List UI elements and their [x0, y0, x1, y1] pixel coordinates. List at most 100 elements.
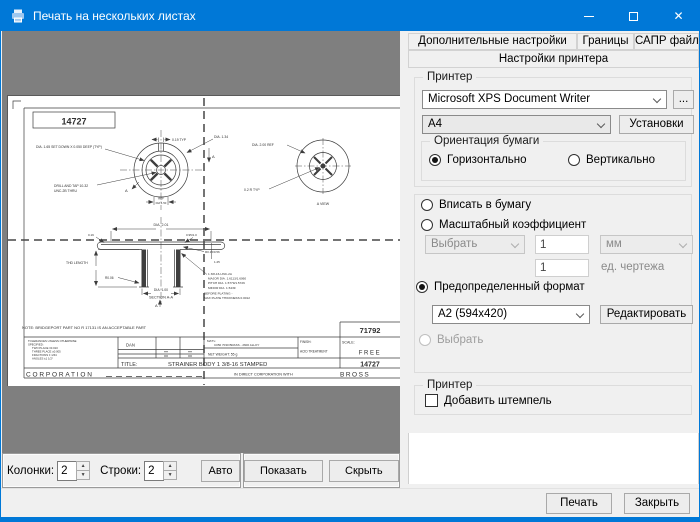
tab-cad-file[interactable]: САПР файл [634, 33, 699, 50]
drawing-annotation: THD LENGTH [66, 261, 88, 265]
show-all-button[interactable]: Показать все [244, 460, 323, 482]
drawing-annotation: 14727 [360, 362, 380, 369]
drawing-annotation: R0.15/0.56 [205, 250, 220, 254]
printer-icon [10, 8, 26, 24]
drawing-annotation: BEFORE PLATING - [204, 291, 232, 295]
radio-unchecked-icon[interactable] [421, 219, 433, 231]
drawing-annotation: 0.95/1.0 [186, 233, 197, 237]
edit-format-button[interactable]: Редактировать [600, 305, 693, 324]
radio-disabled-icon [419, 334, 431, 346]
stamp-group-label: Принтер [423, 379, 476, 392]
drawing-annotation: UNC-2B THRU [54, 189, 77, 193]
printer-select[interactable]: Microsoft XPS Document Writer [422, 90, 667, 109]
choose-option-label: Выбрать [437, 334, 483, 346]
drawing-annotation: 1.25 [214, 260, 220, 264]
technical-drawing: 14727 DIA. 1.65 SET DOWN X 0.050 DEEP (TY… [8, 96, 400, 387]
print-preview-area[interactable]: 14727 DIA. 1.65 SET DOWN X 0.050 DEEP (TY… [2, 31, 400, 453]
preset-format-label: Предопределенный формат [434, 281, 585, 293]
chevron-down-icon [511, 240, 519, 248]
drawing-annotation: 1 3/8-16-UNC-2A [208, 272, 233, 276]
hide-all-button[interactable]: Скрыть все [329, 460, 399, 482]
drawing-annotation: BROSS [340, 372, 370, 379]
fit-to-paper-option[interactable]: Вписать в бумагу [421, 199, 531, 211]
add-stamp-label: Добавить штемпель [444, 395, 552, 407]
drawing-annotation: SCALE: [342, 341, 355, 345]
close-dialog-button[interactable]: Закрыть [624, 493, 690, 514]
tab-printer-settings[interactable]: Настройки принтера [408, 50, 699, 68]
drawing-annotation: FINISH: [300, 340, 311, 344]
drawing-annotation: A VIEW [317, 202, 330, 206]
tab-page-empty-area [408, 433, 699, 484]
orientation-horizontal-option[interactable]: Горизонтально [429, 154, 527, 166]
drawing-annotation: 0.19 [88, 233, 94, 237]
choose-option-disabled: Выбрать [419, 334, 483, 346]
preset-format-option[interactable]: Предопределенный формат [416, 281, 585, 293]
close-button[interactable]: ✕ [656, 1, 700, 31]
drawing-annotation: ANGLES ±1 1/2° [32, 357, 53, 361]
radio-checked-icon[interactable] [416, 281, 428, 293]
tab-borders[interactable]: Границы [577, 33, 634, 50]
preset-format-value: A2 (594x420) [438, 308, 507, 320]
paper-size-select[interactable]: A4 [422, 115, 611, 134]
rows-input[interactable] [144, 461, 164, 481]
drawing-annotation: MINOR DIA. 1.5439 [208, 286, 236, 290]
drawing-annotation: IN DIRECT CORPORATION WITH [234, 373, 293, 377]
dialog-window: Печать на нескольких листах ✕ [0, 0, 700, 522]
fit-to-paper-label: Вписать в бумагу [439, 199, 531, 211]
show-hide-bar: Показать все Скрыть все [243, 453, 400, 488]
drawing-annotation: DIA. 1.34 [214, 135, 228, 139]
drawing-annotation: MAX PLATE THICKNESS 0.0012 [204, 296, 250, 300]
unit-select-value: мм [606, 238, 622, 250]
orientation-vertical-option[interactable]: Вертикально [568, 154, 655, 166]
minimize-button[interactable] [566, 1, 611, 31]
unit-select[interactable]: мм [600, 235, 693, 254]
radio-unchecked-icon[interactable] [568, 154, 580, 166]
drawing-annotation: STRAINER BODY 1 3/8-16 STAMPED [168, 362, 267, 368]
title-bar: Печать на нескольких листах ✕ [1, 1, 700, 31]
drawing-annotation: 14727 [61, 117, 86, 127]
tab-additional-settings[interactable]: Дополнительные настройки [408, 33, 577, 50]
drawing-sheet[interactable]: 14727 DIA. 1.65 SET DOWN X 0.050 DEEP (TY… [7, 95, 400, 386]
chevron-down-icon [597, 120, 605, 128]
printer-group: Принтер Microsoft XPS Document Writer ..… [414, 77, 692, 187]
left-circular-view [97, 130, 213, 210]
chevron-down-icon [679, 240, 687, 248]
drawing-units-label: ед. чертежа [601, 261, 664, 273]
drawing-annotation: DIA. 1.65 SET DOWN X 0.050 DEEP (TYP) [36, 145, 102, 149]
radio-checked-icon[interactable] [429, 154, 441, 166]
orientation-group-label: Ориентация бумаги [430, 135, 543, 148]
tab-strip: Дополнительные настройки Границы САПР фа… [408, 33, 699, 50]
print-button[interactable]: Печать [546, 493, 612, 514]
right-circular-view [269, 138, 351, 194]
scale-value1-input[interactable] [535, 235, 589, 254]
printer-setup-button[interactable]: Установки [619, 115, 694, 134]
radio-unchecked-icon[interactable] [421, 199, 433, 211]
columns-input[interactable] [57, 461, 77, 481]
chevron-down-icon [576, 310, 584, 318]
scale-select[interactable]: Выбрать [425, 235, 525, 254]
drawing-annotation: 0.19 TYP [172, 138, 187, 142]
checkbox-unchecked-icon[interactable] [425, 394, 438, 407]
scale-factor-option[interactable]: Масштабный коэффициент [421, 219, 586, 231]
rows-spin-down-icon[interactable]: ▼ [163, 470, 177, 480]
add-stamp-option[interactable]: Добавить штемпель [425, 394, 552, 407]
maximize-button[interactable] [611, 1, 656, 31]
minimize-icon [584, 16, 594, 17]
drawing-annotation: 0.2 R TYP [244, 188, 260, 192]
drawing-annotation: REF [158, 197, 164, 201]
drawing-annotation: A [212, 154, 215, 159]
auto-button[interactable]: Авто [201, 460, 240, 482]
window-title: Печать на нескольких листах [33, 1, 196, 31]
drawing-annotation: DIA 1.50 [156, 201, 167, 205]
orientation-horizontal-label: Горизонтально [447, 154, 527, 166]
drawing-annotation: SECTION A-A [149, 296, 174, 300]
columns-spin-down-icon[interactable]: ▼ [76, 470, 90, 480]
drawing-annotation: R0.06 [105, 276, 114, 280]
paper-size-value: A4 [428, 118, 442, 130]
drawing-annotation: C050 7030 BRASS - 2600 ALLOY [214, 343, 259, 347]
close-icon: ✕ [673, 9, 683, 23]
preset-format-select[interactable]: A2 (594x420) [432, 305, 590, 324]
printer-browse-button[interactable]: ... [673, 90, 694, 109]
drawing-annotation: DIA. 2.01 [154, 223, 169, 227]
scale-value2-input[interactable] [535, 259, 589, 277]
